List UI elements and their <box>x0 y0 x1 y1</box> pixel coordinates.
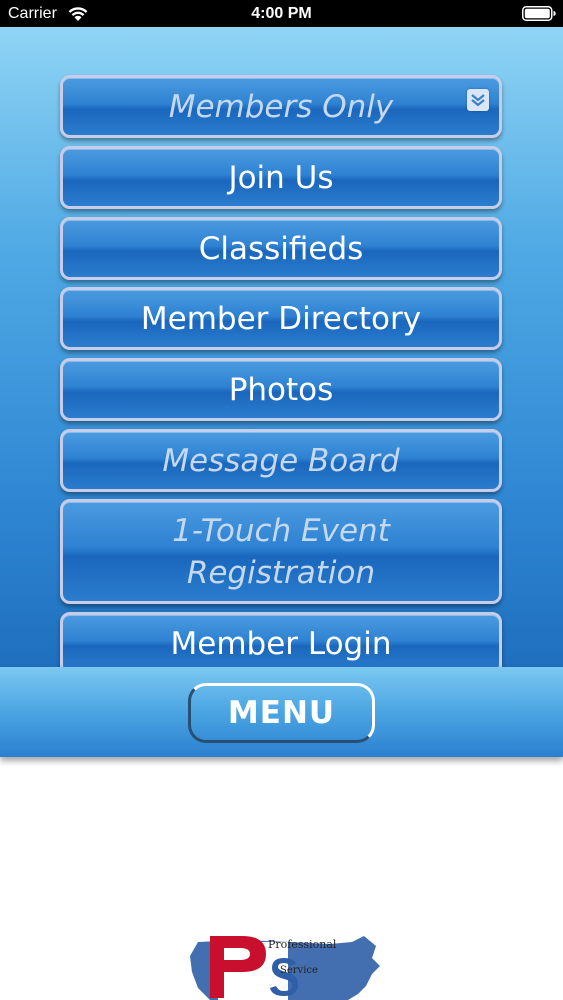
status-bar: Carrier 4:00 PM <box>0 0 563 27</box>
battery-icon <box>522 6 556 21</box>
menu-item-label: Member Login <box>170 625 392 662</box>
menu-panel: Members Only Join Us Classifieds Member … <box>0 27 563 675</box>
menu-item-label: Members Only <box>168 88 394 125</box>
menu-button[interactable]: MENU <box>188 683 375 743</box>
menu-item-message-board[interactable]: Message Board <box>60 429 502 492</box>
menu-item-label: Message Board <box>162 442 400 479</box>
logo-text-service: Service <box>280 965 318 976</box>
menu-item-member-directory[interactable]: Member Directory <box>60 287 502 350</box>
menu-item-member-login[interactable]: Member Login <box>60 612 502 675</box>
menu-item-classifieds[interactable]: Classifieds <box>60 217 502 280</box>
menu-item-label: Member Directory <box>140 300 422 337</box>
menu-item-event-registration[interactable]: 1-Touch Event Registration <box>60 499 502 604</box>
menu-bar: MENU <box>0 667 563 757</box>
menu-item-members-only[interactable]: Members Only <box>60 75 502 138</box>
menu-item-label: Photos <box>228 371 334 408</box>
app-screen: Carrier 4:00 PM Members Only Join Us Cla… <box>0 0 563 1000</box>
logo-text-professional: Professional <box>268 938 337 951</box>
menu-item-label: Classifieds <box>198 230 364 267</box>
menu-item-join-us[interactable]: Join Us <box>60 146 502 209</box>
clock: 4:00 PM <box>251 5 312 22</box>
menu-item-label-group: 1-Touch Event Registration <box>172 510 390 594</box>
menu-item-label: Join Us <box>228 159 334 196</box>
usa-map-logo: Professional Service <box>190 936 380 1000</box>
menu-item-label-line1: 1-Touch Event <box>172 512 390 549</box>
menu-item-label-line2: Registration <box>186 554 376 591</box>
menu-item-photos[interactable]: Photos <box>60 358 502 421</box>
chevron-double-down-icon[interactable] <box>467 89 489 111</box>
